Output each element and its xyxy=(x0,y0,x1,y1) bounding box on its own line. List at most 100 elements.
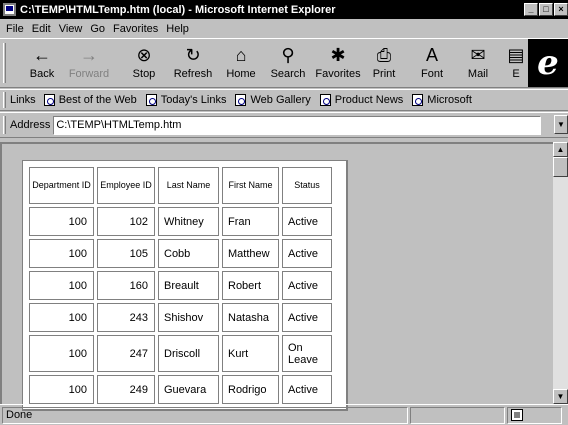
cell-last-name: Shishov xyxy=(158,303,219,332)
cell-status: Active xyxy=(282,271,332,300)
page-icon xyxy=(319,94,331,106)
back-button[interactable]: ← Back xyxy=(20,42,64,86)
ie-window-icon[interactable] xyxy=(3,3,16,16)
print-button[interactable]: ⎙ Print xyxy=(362,42,406,86)
scroll-up-button[interactable]: ▲ xyxy=(553,142,568,157)
header-status: Status xyxy=(282,167,332,204)
link-product-news[interactable]: Product News xyxy=(319,94,404,106)
vertical-scrollbar[interactable]: ▲ ▼ xyxy=(553,142,568,404)
chevron-up-icon: ▲ xyxy=(556,145,565,154)
home-button[interactable]: ⌂ Home xyxy=(219,42,263,86)
standard-toolbar: ← Back → Forward ⊗ Stop ↻ Refresh ⌂ Home… xyxy=(0,38,568,88)
scroll-down-button[interactable]: ▼ xyxy=(553,389,568,404)
cell-status: Active xyxy=(282,207,332,236)
table-row: 100 160 Breault Robert Active xyxy=(29,271,332,300)
stop-button[interactable]: ⊗ Stop xyxy=(122,42,166,86)
search-button[interactable]: ⚲ Search xyxy=(266,42,310,86)
cell-employee-id: 249 xyxy=(97,375,155,404)
address-grip[interactable] xyxy=(3,116,6,134)
menu-edit[interactable]: Edit xyxy=(28,23,55,35)
cell-employee-id: 105 xyxy=(97,239,155,268)
font-label: Font xyxy=(420,68,443,80)
cell-first-name: Natasha xyxy=(222,303,279,332)
link-microsoft[interactable]: Microsoft xyxy=(412,94,472,106)
address-dropdown-button[interactable]: ▼ xyxy=(554,115,568,134)
cell-last-name: Cobb xyxy=(158,239,219,268)
ie-logo-icon: e xyxy=(528,39,568,87)
table-row: 100 102 Whitney Fran Active xyxy=(29,207,332,236)
cell-status: Active xyxy=(282,303,332,332)
scroll-thumb[interactable] xyxy=(553,157,568,177)
table-header-row: Department ID Employee ID Last Name Firs… xyxy=(29,167,332,204)
menu-go[interactable]: Go xyxy=(86,23,109,35)
maximize-button[interactable]: □ xyxy=(539,3,553,16)
minimize-button[interactable]: _ xyxy=(524,3,538,16)
table-row: 100 105 Cobb Matthew Active xyxy=(29,239,332,268)
cell-employee-id: 247 xyxy=(97,335,155,372)
search-label: Search xyxy=(270,68,306,80)
address-input[interactable]: C:\TEMP\HTMLTemp.htm xyxy=(53,115,542,135)
toolbar-grip[interactable] xyxy=(3,43,6,83)
link-best-of-the-web[interactable]: Best of the Web xyxy=(43,94,137,106)
cell-first-name: Kurt xyxy=(222,335,279,372)
favorites-button[interactable]: ✱ Favorites xyxy=(313,42,363,86)
links-label[interactable]: Links xyxy=(10,94,36,106)
cell-status: On Leave xyxy=(282,335,332,372)
stop-icon: ⊗ xyxy=(136,45,152,65)
cell-department-id: 100 xyxy=(29,335,94,372)
table-row: 100 247 Driscoll Kurt On Leave xyxy=(29,335,332,372)
chevron-down-icon: ▼ xyxy=(556,392,565,401)
header-first-name: First Name xyxy=(222,167,279,204)
links-grip[interactable] xyxy=(3,92,6,108)
back-label: Back xyxy=(29,68,55,80)
cell-first-name: Robert xyxy=(222,271,279,300)
chevron-down-icon: ▼ xyxy=(557,120,565,129)
link-label: Product News xyxy=(334,94,404,106)
edit-button[interactable]: ▤ E xyxy=(505,42,527,86)
cell-last-name: Breault xyxy=(158,271,219,300)
address-bar: Address C:\TEMP\HTMLTemp.htm xyxy=(0,112,568,138)
font-icon: A xyxy=(425,45,438,65)
refresh-label: Refresh xyxy=(173,68,213,80)
link-label: Microsoft xyxy=(427,94,472,106)
mail-label: Mail xyxy=(467,68,489,80)
home-icon: ⌂ xyxy=(235,45,247,65)
links-bar: Links Best of the Web Today's Links Web … xyxy=(0,89,568,111)
mail-icon: ✉ xyxy=(470,45,486,65)
page-icon xyxy=(43,94,55,106)
font-button[interactable]: A Font xyxy=(410,42,454,86)
status-progress-pane xyxy=(410,406,505,424)
menu-file[interactable]: File xyxy=(2,23,28,35)
search-icon: ⚲ xyxy=(281,45,295,65)
print-label: Print xyxy=(372,68,396,80)
menu-view[interactable]: View xyxy=(55,23,87,35)
status-bar: Done xyxy=(0,404,568,425)
cell-first-name: Matthew xyxy=(222,239,279,268)
cell-last-name: Guevara xyxy=(158,375,219,404)
forward-button[interactable]: → Forward xyxy=(67,42,111,86)
link-label: Today's Links xyxy=(160,94,227,106)
title-bar: C:\TEMP\HTMLTemp.htm (local) - Microsoft… xyxy=(0,0,568,19)
link-todays-links[interactable]: Today's Links xyxy=(145,94,227,106)
refresh-icon: ↻ xyxy=(185,45,201,65)
mail-button[interactable]: ✉ Mail xyxy=(456,42,500,86)
link-label: Web Gallery xyxy=(250,94,311,106)
window-controls: _ □ × xyxy=(523,3,568,16)
link-web-gallery[interactable]: Web Gallery xyxy=(235,94,311,106)
edit-icon: ▤ xyxy=(507,45,525,65)
header-last-name: Last Name xyxy=(158,167,219,204)
cell-employee-id: 160 xyxy=(97,271,155,300)
cell-department-id: 100 xyxy=(29,303,94,332)
cell-employee-id: 243 xyxy=(97,303,155,332)
menu-favorites[interactable]: Favorites xyxy=(109,23,162,35)
employee-table-frame: Department ID Employee ID Last Name Firs… xyxy=(22,160,348,411)
page-icon xyxy=(412,94,424,106)
page-icon xyxy=(145,94,157,106)
favorites-icon: ✱ xyxy=(330,45,346,65)
close-button[interactable]: × xyxy=(554,3,568,16)
menu-help[interactable]: Help xyxy=(162,23,193,35)
header-department-id: Department ID xyxy=(29,167,94,204)
header-employee-id: Employee ID xyxy=(97,167,155,204)
cell-last-name: Driscoll xyxy=(158,335,219,372)
refresh-button[interactable]: ↻ Refresh xyxy=(171,42,215,86)
